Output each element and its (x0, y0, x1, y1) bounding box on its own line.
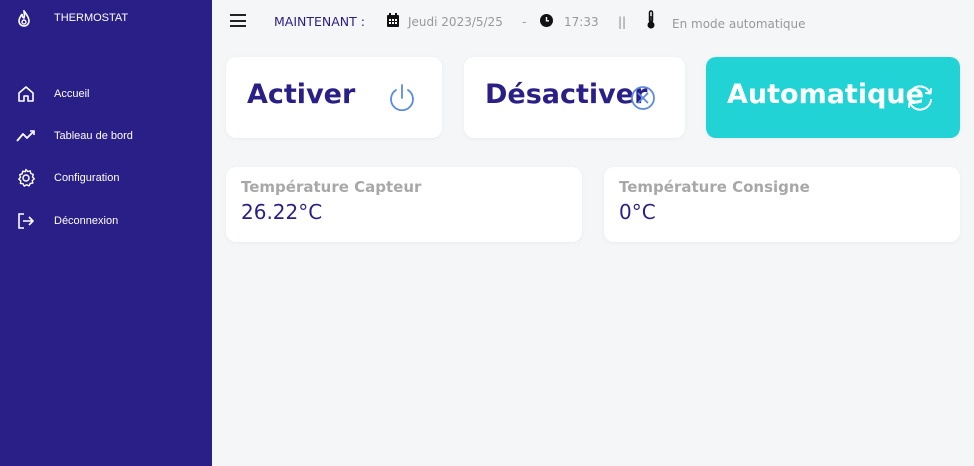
logout-icon (18, 213, 34, 229)
setpoint-temperature-label: Température Consigne (619, 178, 810, 196)
sidebar-item-label: Accueil (54, 88, 90, 100)
brand-name: THERMOSTAT (54, 12, 129, 24)
setpoint-temperature-value: 0°C (619, 200, 656, 224)
sidebar-item-label: Tableau de bord (54, 130, 133, 142)
sidebar-item-configuration[interactable]: Configuration (16, 168, 119, 188)
sensor-temperature-label: Température Capteur (241, 178, 422, 196)
activate-label: Activer (247, 79, 356, 110)
power-icon (390, 84, 414, 112)
brand: THERMOSTAT (16, 10, 128, 28)
hamburger-icon[interactable] (230, 14, 246, 27)
current-time: 17:33 (564, 15, 599, 29)
calendar-icon (387, 13, 399, 27)
trend-icon (16, 130, 35, 142)
topbar-divider: || (618, 15, 627, 29)
deactivate-label: Désactiver (485, 79, 648, 110)
refresh-icon (908, 85, 932, 111)
sidebar-item-accueil[interactable]: Accueil (16, 84, 89, 104)
sensor-temperature-card: Température Capteur 26.22°C (226, 167, 582, 242)
current-date: Jeudi 2023/5/25 (408, 15, 503, 29)
thermometer-icon (647, 10, 655, 29)
flame-icon (18, 10, 30, 27)
automatic-button[interactable]: Automatique (706, 57, 960, 138)
deactivate-button[interactable]: Désactiver (464, 57, 685, 138)
setpoint-temperature-card: Température Consigne 0°C (604, 167, 960, 242)
activate-button[interactable]: Activer (226, 57, 442, 138)
top-bar: MAINTENANT : Jeudi 2023/5/25 - 17:33 || … (212, 0, 974, 44)
now-label: MAINTENANT : (274, 14, 365, 29)
gear-icon (18, 168, 35, 187)
clock-icon (540, 14, 553, 27)
automatic-label: Automatique (727, 79, 924, 110)
home-icon (18, 86, 34, 102)
sidebar-item-tableau-de-bord[interactable]: Tableau de bord (16, 126, 133, 146)
sidebar-item-deconnexion[interactable]: Déconnexion (16, 211, 118, 231)
cancel-circle-icon (631, 86, 655, 110)
sensor-temperature-value: 26.22°C (241, 200, 323, 224)
sidebar: THERMOSTAT Accueil Tableau de bord Confi… (0, 0, 212, 466)
date-time-separator: - (522, 15, 527, 29)
sidebar-item-label: Configuration (54, 172, 120, 184)
mode-status: En mode automatique (672, 17, 806, 31)
sidebar-item-label: Déconnexion (54, 215, 119, 227)
